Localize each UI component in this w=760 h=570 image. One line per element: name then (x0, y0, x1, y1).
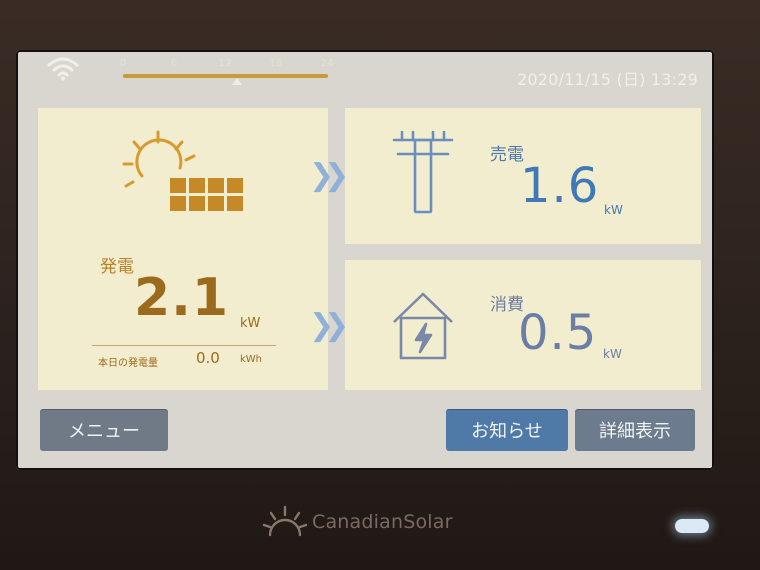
timeline-bar (123, 74, 328, 78)
sell-unit: kW (604, 203, 623, 217)
today-generation-value: 0.0 (196, 349, 220, 367)
sell-label: 売電 (490, 145, 524, 165)
generation-unit: kW (240, 316, 261, 331)
divider (92, 345, 276, 346)
sun-logo-icon (262, 505, 308, 537)
timeline-tick: 18 (269, 58, 283, 69)
sell-value: 1.6 (520, 158, 600, 214)
current-time-marker (232, 78, 243, 85)
today-generation-unit: kWh (240, 354, 263, 365)
status-led (675, 519, 709, 533)
news-button[interactable]: お知らせ (446, 409, 568, 451)
brand-logo: CanadianSolar (262, 505, 502, 539)
house-icon (393, 292, 453, 360)
detail-button[interactable]: 詳細表示 (575, 409, 695, 451)
consumption-unit: kW (603, 347, 622, 361)
power-pole-icon (392, 130, 454, 214)
timeline-tick: 0 (119, 58, 127, 69)
brand-name: CanadianSolar (312, 511, 453, 533)
generation-value: 2.1 (134, 268, 230, 328)
consumption-value: 0.5 (518, 305, 598, 361)
generation-label: 発電 (100, 257, 134, 277)
wifi-icon (47, 57, 79, 81)
flow-arrow-icon: ❯❯ (309, 158, 349, 193)
timeline-tick: 6 (170, 58, 178, 69)
timeline-tick: 12 (218, 58, 232, 69)
menu-button[interactable]: メニュー (40, 409, 168, 451)
timeline-tick: 24 (320, 58, 334, 69)
day-timeline: 0 6 12 18 24 (115, 58, 335, 88)
date-time: 2020/11/15 (日) 13:29 (517, 70, 698, 89)
flow-arrow-icon: ❯❯ (309, 308, 349, 343)
solar-panel-icon (122, 130, 243, 211)
today-generation-label: 本日の発電量 (98, 358, 158, 369)
